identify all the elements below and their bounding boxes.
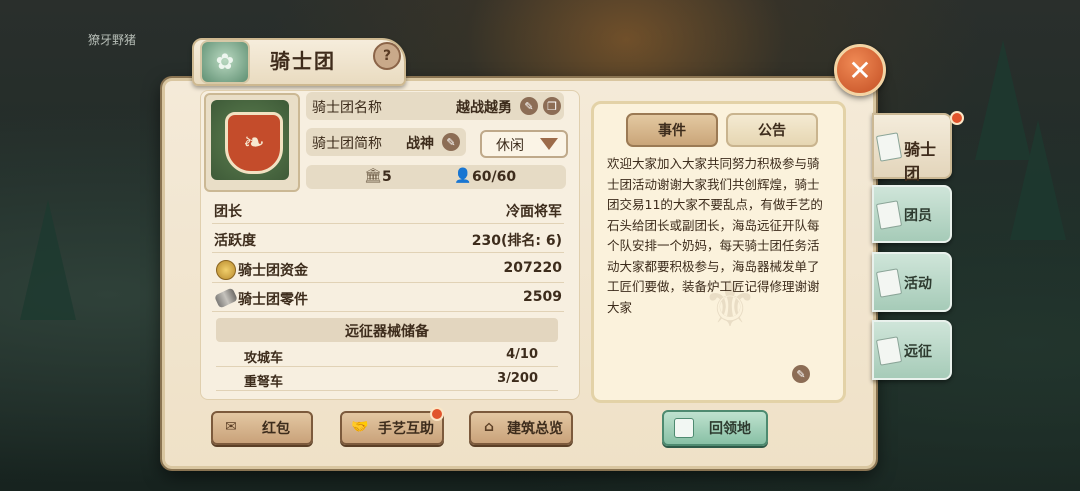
button-label: 回领地	[709, 421, 751, 437]
banner-icon	[674, 418, 694, 438]
side-tab-activities[interactable]: 活动	[872, 252, 952, 312]
edit-short-pencil-icon[interactable]: ✎	[442, 133, 460, 151]
stat-row-leader: 团长 冷面将军	[212, 197, 564, 224]
siege-row-ram: 攻城车 4/10	[216, 344, 558, 367]
buildings-overview-button[interactable]: ⌂ 建筑总览	[469, 411, 573, 445]
red-packet-button[interactable]: ✉ 红包	[211, 411, 313, 445]
stat-key: 活跃度	[214, 233, 256, 249]
stat-value: 冷面将军	[506, 204, 562, 220]
siege-value: 4/10	[506, 347, 538, 362]
stat-key: 骑士团零件	[238, 292, 308, 308]
pine-tree-decoration	[20, 200, 76, 320]
siege-reserve-title: 远征器械储备	[345, 324, 429, 340]
members-icon: 👤	[454, 168, 472, 184]
guild-level-value: 5	[382, 169, 392, 185]
button-label: 建筑总览	[507, 421, 563, 437]
stat-row-parts: 骑士团零件 2509	[212, 285, 564, 312]
paw-shield-icon: ❧	[225, 112, 283, 174]
guild-name-label: 骑士团名称	[312, 100, 382, 116]
guild-short-label: 骑士团简称	[312, 136, 382, 152]
guild-status-dropdown[interactable]: 休闲	[480, 130, 568, 158]
pine-tree-decoration	[1010, 120, 1066, 240]
siege-key: 攻城车	[244, 351, 284, 366]
close-button[interactable]: ✕	[834, 44, 886, 96]
tab-events[interactable]: 事件	[626, 113, 718, 147]
stat-value: 207220	[503, 260, 562, 276]
craft-help-button[interactable]: 🤝 手艺互助	[340, 411, 444, 445]
page-title: 骑士团	[270, 49, 336, 73]
coin-icon	[216, 260, 236, 280]
guild-emblem-icon: ✿	[200, 40, 250, 84]
copy-name-icon[interactable]: ❐	[543, 97, 561, 115]
siege-row-ballista: 重弩车 3/200	[216, 368, 558, 391]
guild-name-value: 越战越勇	[456, 100, 512, 116]
announcement-text: 欢迎大家加入大家共同努力积极参与骑士团活动谢谢大家我们共创辉煌，骑士团交易11的…	[607, 156, 823, 315]
edit-announcement-pencil-icon[interactable]: ✎	[792, 365, 810, 383]
return-territory-button[interactable]: 回领地	[662, 410, 768, 446]
side-tab-guild[interactable]: 骑士团	[872, 113, 952, 183]
side-tab-label: 活动	[904, 276, 932, 292]
dropdown-arrow-icon	[540, 138, 558, 150]
parts-icon	[213, 287, 239, 309]
side-tab-members[interactable]: 团员	[872, 185, 952, 243]
handshake-icon: 🤝	[351, 419, 369, 435]
stat-value: 230(排名: 6)	[471, 233, 562, 249]
scroll-icon	[875, 132, 903, 162]
guild-members-value: 60/60	[472, 169, 517, 185]
stat-row-activity: 活跃度 230(排名: 6)	[212, 226, 564, 253]
world-label-boar: 獠牙野猪	[88, 33, 137, 47]
status-dropdown-value: 休闲	[496, 138, 524, 154]
siege-value: 3/200	[497, 371, 538, 386]
house-icon: ⌂	[483, 419, 495, 435]
stat-key: 骑士团资金	[238, 263, 308, 279]
stat-row-funds: 骑士团资金 207220	[212, 256, 564, 283]
stat-key: 团长	[214, 204, 242, 220]
envelope-icon: ✉	[225, 419, 237, 435]
guild-short-value: 战神	[406, 136, 434, 152]
expedition-card-icon	[875, 336, 903, 366]
tab-announcement[interactable]: 公告	[726, 113, 818, 147]
activity-card-icon	[875, 268, 903, 298]
side-tab-label: 远征	[904, 344, 932, 360]
side-tab-label: 团员	[904, 208, 932, 224]
siege-key: 重弩车	[244, 375, 284, 390]
member-card-icon	[875, 200, 903, 230]
notification-dot	[950, 111, 964, 125]
help-button[interactable]: ?	[373, 42, 401, 70]
building-level-icon: 🏛	[364, 168, 382, 184]
stat-value: 2509	[523, 289, 562, 305]
edit-name-pencil-icon[interactable]: ✎	[520, 97, 538, 115]
button-label: 红包	[262, 421, 290, 437]
notification-dot	[430, 407, 444, 421]
side-tab-label: 骑士团	[904, 140, 937, 183]
siege-reserve-header: 远征器械储备	[216, 318, 558, 342]
button-label: 手艺互助	[378, 421, 434, 437]
side-tab-expedition[interactable]: 远征	[872, 320, 952, 380]
guild-level-members-bar	[306, 165, 566, 189]
